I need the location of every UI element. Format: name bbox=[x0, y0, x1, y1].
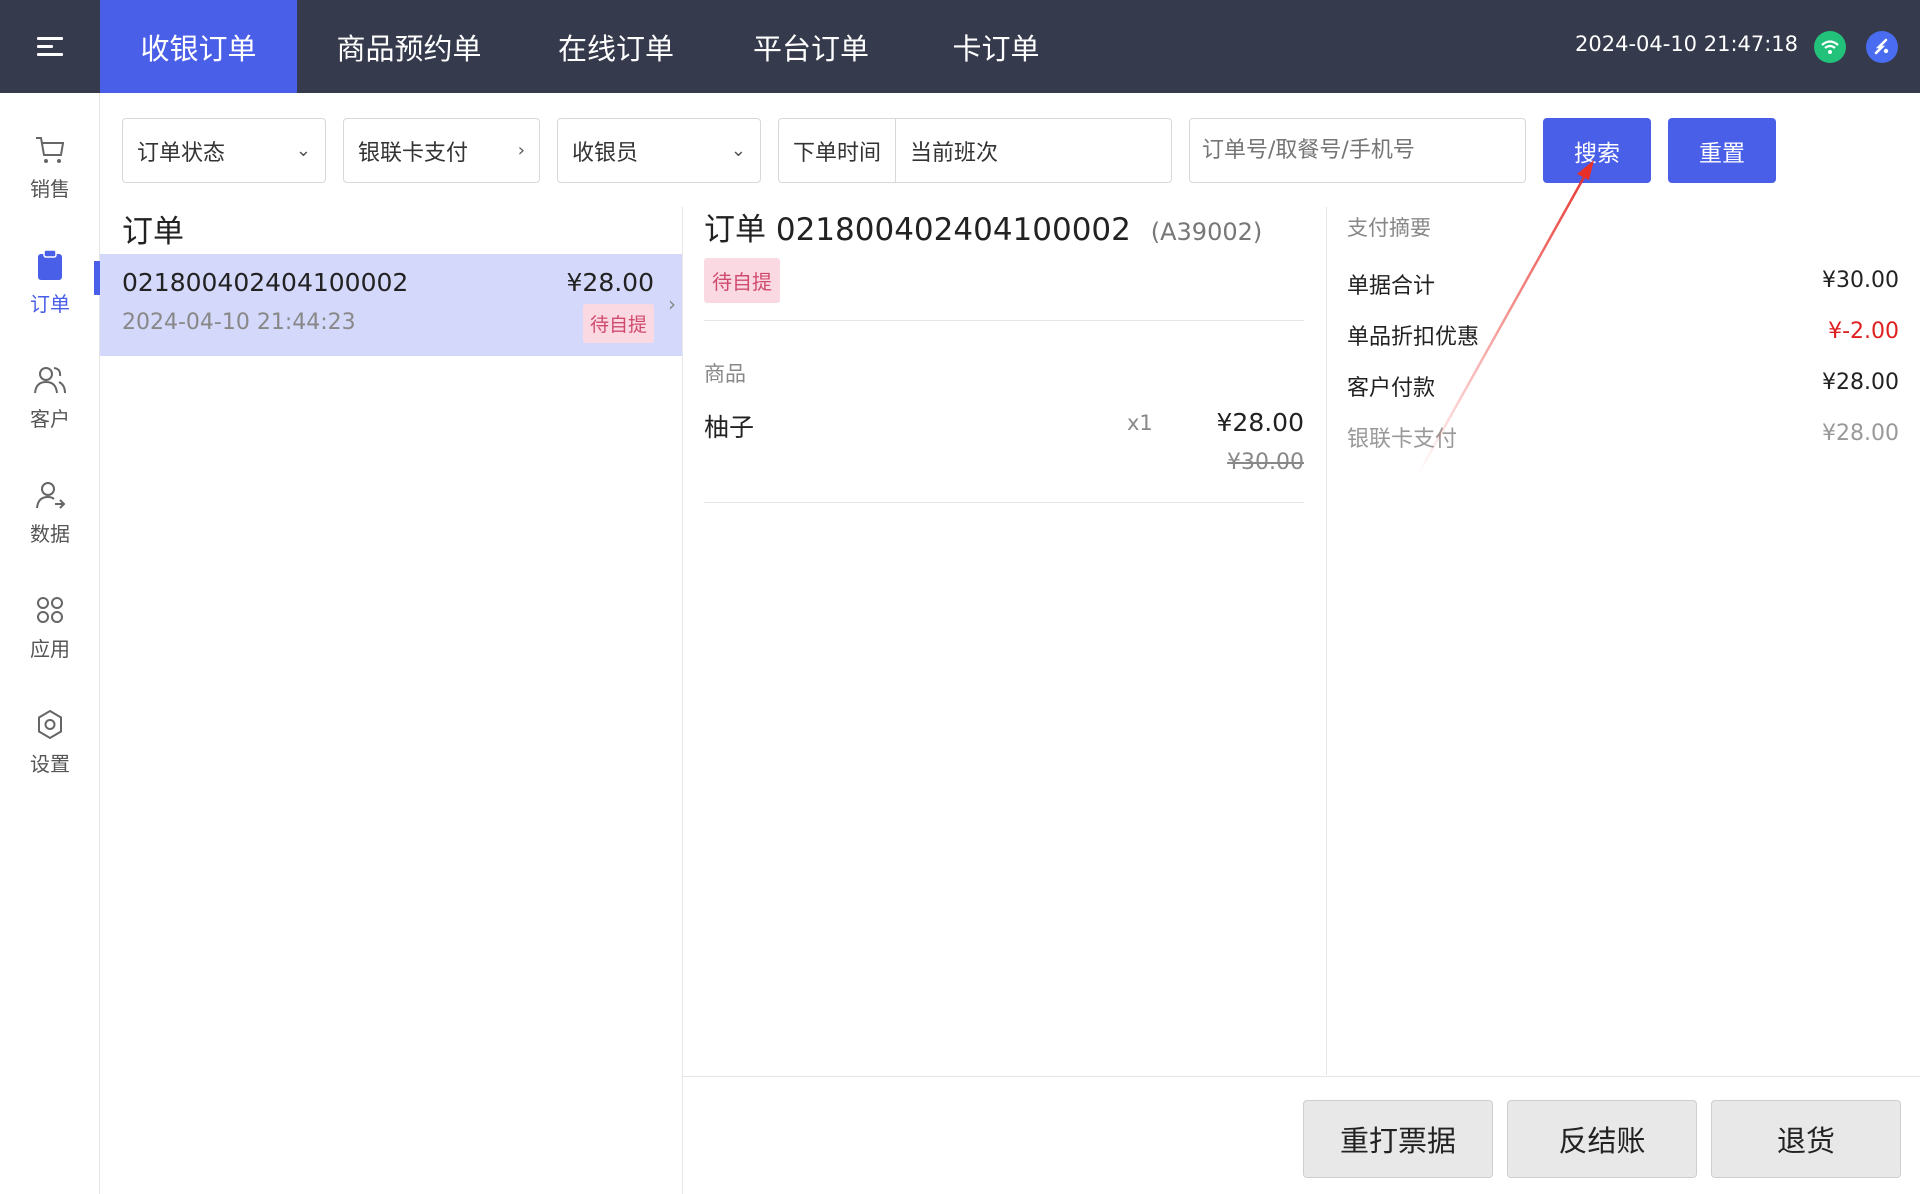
status-badge: 待自提 bbox=[704, 258, 780, 303]
sidebar-item-label: 销售 bbox=[30, 177, 70, 201]
order-time-label: 下单时间 bbox=[779, 119, 897, 182]
gear-icon bbox=[38, 709, 62, 740]
order-status-label: 订单状态 bbox=[137, 140, 226, 166]
chevron-down-icon: ⌄ bbox=[295, 140, 311, 161]
sidebar-item-label: 客户 bbox=[30, 407, 70, 431]
payment-row-value: ¥28.00 bbox=[1822, 421, 1899, 446]
sidebar-item-orders[interactable]: 订单 bbox=[0, 248, 100, 348]
sidebar-item-label: 设置 bbox=[30, 752, 70, 776]
refund-button[interactable]: 退货 bbox=[1711, 1100, 1901, 1178]
tab-cashier-orders[interactable]: 收银订单 bbox=[100, 0, 297, 93]
chevron-right-icon: › bbox=[517, 140, 525, 161]
wifi-icon[interactable] bbox=[1814, 31, 1846, 63]
pickup-code: (A39002) bbox=[1150, 218, 1263, 246]
list-item[interactable]: 021800402404100002 ¥28.00 2024-04-10 21:… bbox=[100, 254, 682, 356]
list-divider bbox=[682, 207, 683, 1194]
cashier-label: 收银员 bbox=[572, 140, 639, 166]
payment-row-label: 客户付款 bbox=[1347, 376, 1436, 401]
payment-row-unionpay: 银联卡支付 ¥28.00 bbox=[1347, 421, 1899, 453]
status-badge: 待自提 bbox=[582, 304, 654, 343]
chevron-down-icon: ⌄ bbox=[730, 140, 746, 161]
order-type-tabs: 收银订单 商品预约单 在线订单 平台订单 卡订单 bbox=[100, 0, 1081, 93]
user-data-icon bbox=[36, 482, 66, 509]
goods-section-label: 商品 bbox=[704, 362, 746, 386]
tab-card-orders[interactable]: 卡订单 bbox=[911, 0, 1081, 93]
order-number: 021800402404100002 bbox=[122, 268, 409, 297]
current-datetime: 2024-04-10 21:47:18 bbox=[1575, 32, 1799, 56]
sidebar-item-label: 应用 bbox=[30, 637, 70, 661]
reprint-receipt-button[interactable]: 重打票据 bbox=[1303, 1100, 1493, 1178]
sidebar-item-label: 数据 bbox=[30, 522, 70, 546]
item-quantity: x1 bbox=[1127, 411, 1153, 435]
cart-icon bbox=[36, 137, 65, 163]
item-original-price: ¥30.00 bbox=[1227, 450, 1304, 475]
detail-order-number: 021800402404100002 bbox=[775, 212, 1131, 248]
payment-method-select[interactable]: 银联卡支付 › bbox=[343, 118, 540, 183]
payment-summary-title: 支付摘要 bbox=[1347, 216, 1431, 240]
tab-platform-orders[interactable]: 平台订单 bbox=[711, 0, 911, 93]
reset-button[interactable]: 重置 bbox=[1668, 118, 1776, 183]
reverse-checkout-button[interactable]: 反结账 bbox=[1507, 1100, 1697, 1178]
payment-row-total: 单据合计 ¥30.00 bbox=[1347, 268, 1899, 300]
item-name: 柚子 bbox=[704, 413, 755, 442]
detail-title-prefix: 订单 bbox=[704, 212, 766, 248]
divider bbox=[683, 1076, 1920, 1077]
order-status-select[interactable]: 订单状态 ⌄ bbox=[122, 118, 326, 183]
order-list-title: 订单 bbox=[122, 214, 184, 250]
tab-reservation-orders[interactable]: 商品预约单 bbox=[297, 0, 521, 93]
cashier-select[interactable]: 收银员 ⌄ bbox=[557, 118, 761, 183]
menu-icon[interactable] bbox=[0, 0, 100, 93]
sidebar-item-data[interactable]: 数据 bbox=[0, 478, 100, 578]
payment-row-label: 单据合计 bbox=[1347, 274, 1436, 299]
order-time-value: 当前班次 bbox=[910, 140, 999, 166]
payment-row-customer-paid: 客户付款 ¥28.00 bbox=[1347, 370, 1899, 402]
tab-online-orders[interactable]: 在线订单 bbox=[521, 0, 711, 93]
sidebar: 销售 订单 客户 数据 应用 设置 bbox=[0, 93, 100, 1194]
chevron-right-icon: › bbox=[668, 292, 676, 316]
search-input[interactable] bbox=[1189, 118, 1526, 183]
payment-row-label: 单品折扣优惠 bbox=[1347, 325, 1480, 350]
payment-row-label: 银联卡支付 bbox=[1347, 427, 1458, 452]
sidebar-item-sales[interactable]: 销售 bbox=[0, 133, 100, 233]
top-bar: 收银订单 商品预约单 在线订单 平台订单 卡订单 2024-04-10 21:4… bbox=[0, 0, 1920, 93]
payment-row-value: ¥-2.00 bbox=[1828, 319, 1899, 344]
order-amount: ¥28.00 bbox=[566, 268, 654, 297]
order-detail-title: 订单 021800402404100002 (A39002) bbox=[704, 204, 1262, 249]
users-icon bbox=[34, 367, 66, 394]
divider bbox=[704, 502, 1304, 503]
app-logo-icon[interactable] bbox=[1866, 31, 1898, 63]
summary-divider bbox=[1326, 207, 1327, 1075]
clipboard-icon bbox=[38, 249, 62, 280]
payment-row-value: ¥28.00 bbox=[1822, 370, 1899, 395]
item-price: ¥28.00 bbox=[1216, 408, 1304, 437]
apps-grid-icon bbox=[37, 597, 63, 623]
divider bbox=[704, 320, 1304, 321]
order-time-select[interactable]: 下单时间 当前班次 bbox=[778, 118, 1172, 183]
payment-row-value: ¥30.00 bbox=[1822, 268, 1899, 293]
sidebar-item-settings[interactable]: 设置 bbox=[0, 708, 100, 808]
payment-method-label: 银联卡支付 bbox=[358, 140, 469, 166]
payment-row-discount: 单品折扣优惠 ¥-2.00 bbox=[1347, 319, 1899, 351]
search-button[interactable]: 搜索 bbox=[1543, 118, 1651, 183]
order-time: 2024-04-10 21:44:23 bbox=[122, 310, 356, 335]
sidebar-item-label: 订单 bbox=[30, 292, 70, 316]
sidebar-item-apps[interactable]: 应用 bbox=[0, 593, 100, 693]
sidebar-item-customers[interactable]: 客户 bbox=[0, 363, 100, 463]
